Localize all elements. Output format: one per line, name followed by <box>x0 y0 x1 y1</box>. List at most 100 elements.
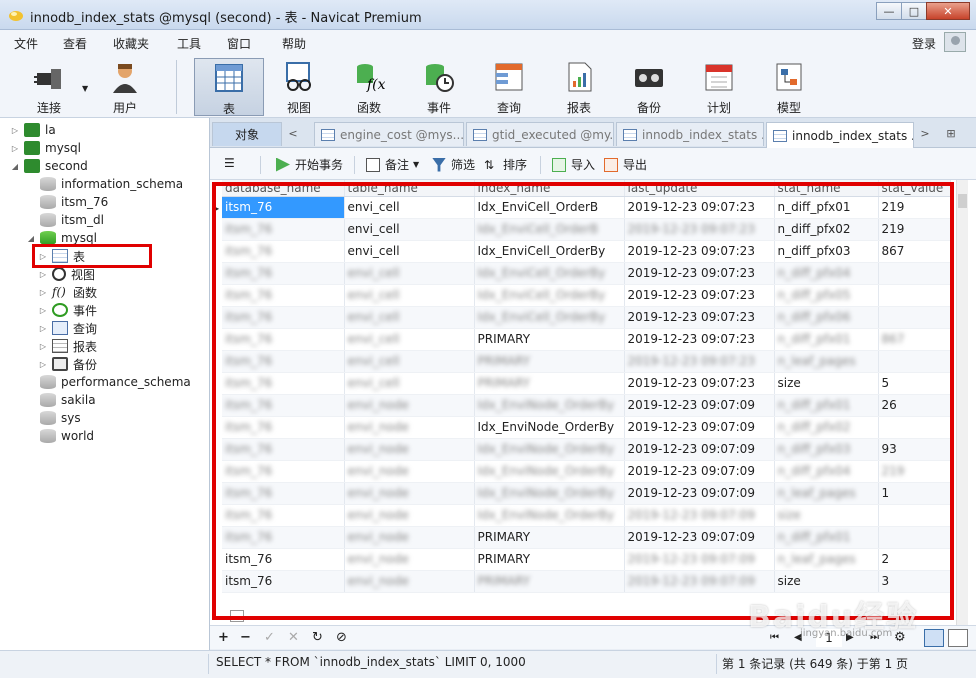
tree-db-sakila[interactable]: sakila <box>26 391 96 409</box>
database-icon <box>40 213 56 227</box>
model-icon <box>776 63 802 91</box>
tree-node-reports[interactable]: ▷ 报表 <box>38 337 97 355</box>
tab-innodb-index-stats-2[interactable]: innodb_index_stats ... <box>766 122 914 148</box>
new-tab-icon[interactable]: ⊞ <box>940 124 962 144</box>
tree-db-sys[interactable]: sys <box>26 409 81 427</box>
vertical-scrollbar[interactable] <box>956 180 968 625</box>
import-button[interactable]: 导入 <box>552 156 595 173</box>
database-icon <box>40 195 56 209</box>
chevron-right-icon[interactable]: ▷ <box>38 306 48 315</box>
export-button[interactable]: 导出 <box>604 156 647 173</box>
connect-button[interactable]: 连接 <box>16 58 82 116</box>
tree-node-backups[interactable]: ▷ 备份 <box>38 355 97 373</box>
connection-icon <box>24 141 40 155</box>
chevron-right-icon[interactable]: ▷ <box>38 360 48 369</box>
chevron-right-icon[interactable]: > <box>916 124 934 144</box>
hamburger-menu-icon[interactable]: ☰ <box>224 156 235 170</box>
stop-button[interactable]: ⊘ <box>336 630 347 645</box>
chevron-right-icon[interactable]: ▷ <box>10 144 20 153</box>
begin-transaction-button[interactable]: 开始事务 <box>276 156 343 173</box>
connection-icon <box>24 123 40 137</box>
note-icon <box>366 157 380 172</box>
sort-button[interactable]: ⇅ 排序 <box>484 156 527 173</box>
tree-node-functions[interactable]: ▷ f() 函数 <box>38 283 97 301</box>
tree-db-itsm-76[interactable]: itsm_76 <box>26 193 108 211</box>
tree-db-itsm-dl[interactable]: itsm_dl <box>26 211 104 229</box>
table-icon <box>773 129 787 142</box>
chevron-down-icon[interactable]: ▼ <box>82 84 88 93</box>
tab-gtid-executed[interactable]: gtid_executed @my... <box>466 122 614 146</box>
tab-innodb-index-stats-1[interactable]: innodb_index_stats ... <box>616 122 764 146</box>
views-button[interactable]: 视图 <box>266 58 332 116</box>
login-link[interactable]: 登录 <box>912 35 936 52</box>
tree-connection-mysql[interactable]: ▷ mysql <box>10 139 81 157</box>
event-icon <box>426 64 454 92</box>
database-icon <box>40 177 56 191</box>
tree-connection-la[interactable]: ▷ la <box>10 121 56 139</box>
tree-db-performance-schema[interactable]: performance_schema <box>26 373 191 391</box>
tree-node-events[interactable]: ▷ 事件 <box>38 301 97 319</box>
menu-favorites[interactable]: 收藏夹 <box>113 35 149 52</box>
menu-bar: 文件 查看 收藏夹 工具 窗口 帮助 登录 <box>0 30 976 54</box>
refresh-button[interactable]: ↻ <box>312 630 323 645</box>
tree-db-information-schema[interactable]: information_schema <box>26 175 183 193</box>
highlight-box-tables <box>32 244 152 268</box>
menu-help[interactable]: 帮助 <box>282 35 306 52</box>
tables-button[interactable]: 表 <box>194 58 264 116</box>
chevron-right-icon[interactable]: ▷ <box>38 324 48 333</box>
chevron-right-icon[interactable]: ▷ <box>10 126 20 135</box>
chevron-left-icon[interactable]: < <box>284 124 302 144</box>
add-record-button[interactable]: + <box>218 630 229 645</box>
user-button[interactable]: 用户 <box>92 58 158 116</box>
delete-record-button[interactable]: − <box>240 630 251 645</box>
filter-button[interactable]: 筛选 <box>432 156 475 173</box>
model-button[interactable]: 模型 <box>756 58 822 116</box>
grid-view-button[interactable] <box>924 629 944 647</box>
export-icon <box>604 157 618 172</box>
discard-changes-button[interactable]: ✕ <box>288 630 299 645</box>
function-icon: f() <box>52 285 66 299</box>
backup-button[interactable]: 备份 <box>616 58 682 116</box>
connection-icon <box>24 159 40 173</box>
chevron-right-icon[interactable]: ▷ <box>38 342 48 351</box>
events-button[interactable]: 事件 <box>406 58 472 116</box>
form-view-button[interactable] <box>948 629 968 647</box>
event-icon <box>52 303 68 317</box>
backup-icon <box>635 69 663 87</box>
chevron-right-icon[interactable]: ▷ <box>38 288 48 297</box>
database-icon <box>40 375 56 389</box>
navicat-logo-icon <box>9 11 23 21</box>
chevron-right-icon[interactable]: ▷ <box>38 270 48 279</box>
menu-tools[interactable]: 工具 <box>177 35 201 52</box>
tree-db-world[interactable]: world <box>26 427 94 445</box>
tree-connection-second[interactable]: ◢ second <box>10 157 88 175</box>
apply-changes-button[interactable]: ✓ <box>264 630 275 645</box>
query-icon <box>495 63 523 91</box>
svg-text:f(x): f(x) <box>366 77 385 93</box>
queries-button[interactable]: 查询 <box>476 58 542 116</box>
window-title: innodb_index_stats @mysql (second) - 表 -… <box>30 11 422 26</box>
navigation-tree: ▷ la ▷ mysql ◢ second information_schema it… <box>0 118 210 650</box>
main-toolbar: 连接 ▼ 用户 表 视图 f(x) 函数 事件 查询 报表 备份 计划 模型 <box>0 54 976 118</box>
tree-node-queries[interactable]: ▷ 查询 <box>38 319 97 337</box>
schedule-button[interactable]: 计划 <box>686 58 752 116</box>
filter-icon <box>432 157 446 172</box>
note-button[interactable]: 备注 ▼ <box>366 156 419 173</box>
chevron-down-icon: ▼ <box>413 160 420 169</box>
avatar[interactable] <box>944 32 966 52</box>
close-button[interactable]: ✕ <box>926 2 970 20</box>
maximize-button[interactable]: □ <box>901 2 927 20</box>
menu-window[interactable]: 窗口 <box>227 35 251 52</box>
menu-view[interactable]: 查看 <box>63 35 87 52</box>
tab-engine-cost[interactable]: engine_cost @mys... <box>314 122 464 146</box>
table-icon <box>321 128 335 141</box>
functions-button[interactable]: f(x) 函数 <box>336 58 402 116</box>
menu-file[interactable]: 文件 <box>14 35 38 52</box>
scrollbar-thumb[interactable] <box>958 194 967 208</box>
minimize-button[interactable]: — <box>876 2 902 20</box>
watermark-url: jingyan.baidu.com <box>800 628 893 639</box>
reports-button[interactable]: 报表 <box>546 58 612 116</box>
tab-objects[interactable]: 对象 <box>212 122 282 146</box>
chevron-down-icon[interactable]: ◢ <box>26 234 36 243</box>
chevron-down-icon[interactable]: ◢ <box>10 162 20 171</box>
